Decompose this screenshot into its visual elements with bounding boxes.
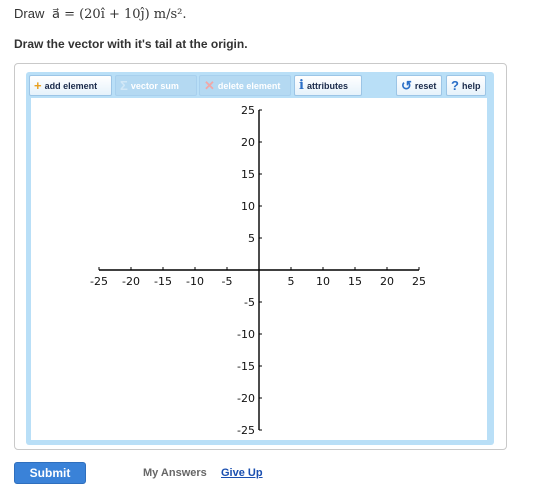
y-tick-label: 20 — [241, 136, 255, 149]
y-tick-label: -5 — [244, 296, 255, 309]
reset-icon: ↺ — [401, 78, 412, 93]
info-icon: i — [299, 78, 304, 93]
add-element-label: add element — [44, 80, 98, 91]
drawing-canvas[interactable]: -25 -20 -15 -10 -5 5 10 15 20 25 25 20 15 10 5 -5 -10 -15… — [31, 98, 487, 440]
sigma-icon: Σ — [120, 78, 128, 93]
y-tick-label: 10 — [241, 200, 255, 213]
vector-sum-label: vector sum — [130, 80, 179, 91]
plus-icon: + — [34, 78, 42, 93]
x-tick-label: 10 — [316, 275, 330, 288]
x-tick-label: 15 — [348, 275, 362, 288]
problem-statement: Draw a⃗ = (20î + 10ĵ) m/s². — [14, 6, 187, 22]
delete-element-button[interactable]: ✕ delete element — [199, 75, 291, 96]
x-tick-label: -10 — [186, 275, 204, 288]
y-tick-label: -25 — [237, 424, 255, 437]
delete-element-label: delete element — [217, 80, 281, 91]
x-tick-label: 25 — [412, 275, 426, 288]
coordinate-axes: -25 -20 -15 -10 -5 5 10 15 20 25 25 20 15 10 5 -5 -10 -15… — [90, 104, 426, 437]
give-up-link[interactable]: Give Up — [221, 467, 263, 479]
x-tick-label: 5 — [288, 275, 295, 288]
y-tick-label: -20 — [237, 392, 255, 405]
help-icon: ? — [451, 78, 459, 93]
y-tick-label: 25 — [241, 104, 255, 117]
attributes-label: attributes — [306, 80, 348, 91]
x-tick-label: -20 — [122, 275, 140, 288]
y-tick-label: 5 — [248, 232, 255, 245]
x-tick-label: 20 — [380, 275, 394, 288]
my-answers-label: My Answers — [143, 467, 207, 479]
x-tick-label: -25 — [90, 275, 108, 288]
problem-formula: a⃗ = (20î + 10ĵ) m/s². — [51, 7, 187, 22]
delete-x-icon: ✕ — [204, 78, 215, 93]
attributes-button[interactable]: i attributes — [294, 75, 362, 96]
vector-sum-button[interactable]: Σ vector sum — [115, 75, 197, 96]
help-label: help — [461, 80, 481, 91]
instruction-text: Draw the vector with it's tail at the or… — [14, 37, 248, 51]
problem-prefix: Draw — [14, 6, 45, 21]
y-tick-label: 15 — [241, 168, 255, 181]
drawing-toolbar: + add element Σ vector sum ✕ delete elem… — [29, 75, 493, 97]
y-tick-label: -15 — [237, 360, 255, 373]
x-tick-label: -15 — [154, 275, 172, 288]
x-tick-label: -5 — [222, 275, 233, 288]
reset-button[interactable]: ↺ reset — [396, 75, 442, 96]
submit-button[interactable]: Submit — [14, 462, 86, 484]
reset-label: reset — [414, 80, 437, 91]
add-element-button[interactable]: + add element — [29, 75, 112, 96]
y-tick-label: -10 — [237, 328, 255, 341]
help-button[interactable]: ? help — [446, 75, 486, 96]
